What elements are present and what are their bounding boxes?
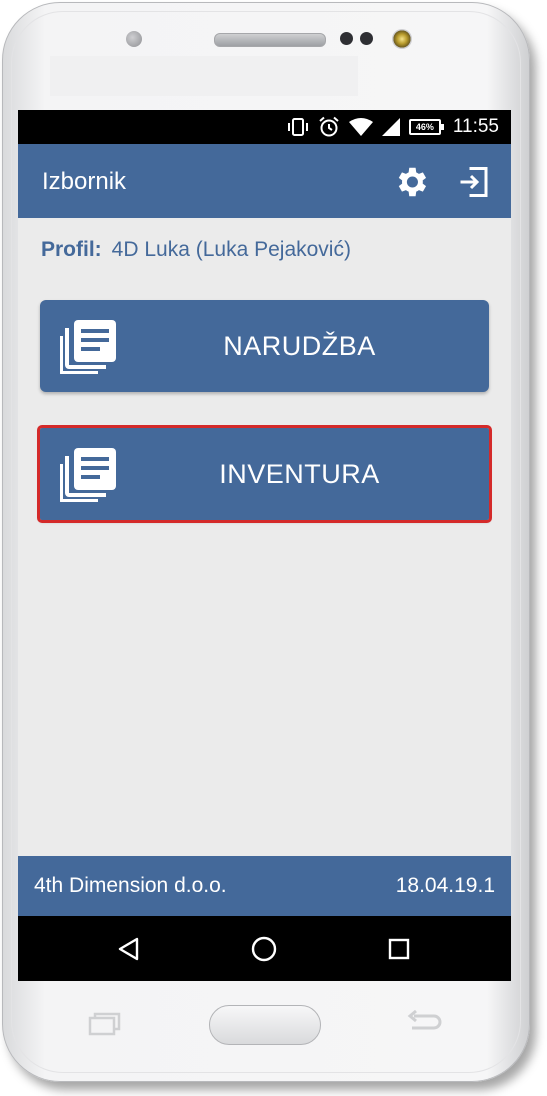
earpiece-speaker — [214, 33, 326, 47]
back-icon — [118, 937, 139, 961]
front-camera — [392, 29, 412, 49]
phone-top-blank — [50, 56, 358, 96]
sensor-dot — [340, 32, 353, 45]
profile-info: Profil: 4D Luka (Luka Pejaković) — [41, 238, 351, 262]
battery-icon: 46% — [408, 119, 444, 135]
narudzba-label: NARUDŽBA — [223, 330, 376, 361]
hardware-home-button[interactable] — [209, 1005, 321, 1045]
back-button[interactable] — [112, 932, 146, 966]
logout-icon — [460, 167, 488, 197]
hardware-recent-icon[interactable] — [88, 1012, 122, 1036]
recent-apps-icon — [388, 938, 410, 960]
footer-bar: 4th Dimension d.o.o. 18.04.19.1 — [18, 856, 511, 916]
recent-apps-button[interactable] — [382, 932, 416, 966]
vibrate-icon — [287, 118, 308, 136]
sensor-dot — [360, 32, 373, 45]
profile-value: 4D Luka (Luka Pejaković) — [111, 238, 351, 261]
screen: 46% 11:55 Izbornik Profil: 4D Luka (Luka … — [18, 110, 511, 981]
alarm-icon — [319, 116, 339, 137]
home-icon — [251, 936, 277, 962]
settings-gear-icon — [398, 167, 427, 197]
settings-button[interactable] — [391, 162, 431, 202]
logout-button[interactable] — [454, 162, 494, 202]
inventura-button[interactable]: INVENTURA — [37, 425, 492, 523]
profile-label: Profil: — [41, 238, 102, 261]
hardware-back-icon[interactable] — [406, 1010, 442, 1036]
home-button[interactable] — [247, 932, 281, 966]
app-bar: Izbornik — [18, 144, 511, 218]
wifi-icon — [348, 118, 373, 136]
status-bar: 46% 11:55 — [18, 110, 511, 144]
status-time: 11:55 — [452, 116, 499, 137]
narudzba-button[interactable]: NARUDŽBA — [40, 300, 489, 392]
app-version: 18.04.19.1 — [395, 874, 495, 897]
company-name: 4th Dimension d.o.o. — [34, 874, 227, 897]
proximity-sensor — [126, 31, 142, 47]
inventura-label: INVENTURA — [219, 458, 380, 489]
navigation-bar — [18, 916, 511, 981]
signal-icon — [381, 118, 400, 136]
battery-level: 46% — [408, 119, 441, 135]
page-title: Izbornik — [42, 168, 127, 195]
